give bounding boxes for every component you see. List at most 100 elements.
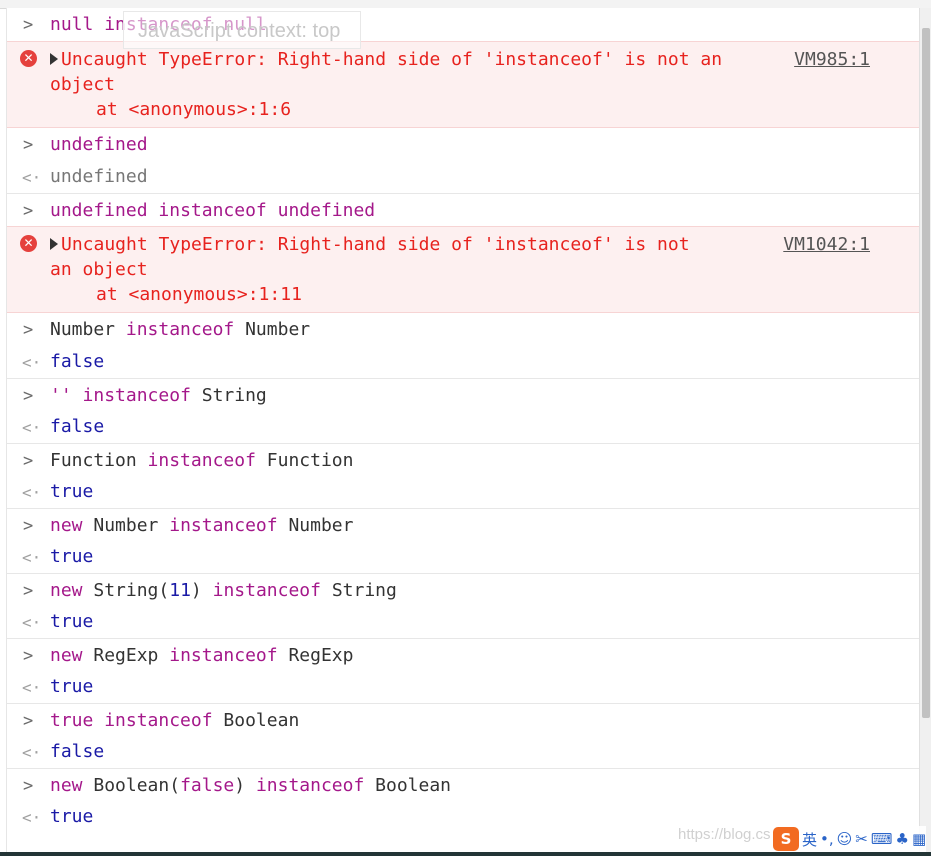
token-boolean: Boolean xyxy=(93,775,170,796)
expand-triangle-icon[interactable] xyxy=(50,238,58,250)
error-text: Uncaught TypeError: Right-hand side of '… xyxy=(61,234,690,255)
tools-icon[interactable]: ✂ xyxy=(855,830,868,848)
console-output-row: <· true xyxy=(7,606,920,638)
console-output-row: <· undefined xyxy=(7,161,920,193)
token-true: true xyxy=(50,710,94,731)
token-string: String xyxy=(331,580,397,601)
output-arrow-icon: <· xyxy=(22,168,42,187)
token-undefined: undefined xyxy=(50,134,148,155)
token-instanceof: instanceof xyxy=(82,385,191,406)
output-arrow-icon: <· xyxy=(22,678,42,697)
error-stack-line: at <anonymous>:1:6 xyxy=(96,99,292,120)
console-output-row: <· false xyxy=(7,411,920,443)
console-input-row[interactable]: > undefined xyxy=(7,128,920,161)
error-source-link[interactable]: VM1042:1 xyxy=(783,232,870,257)
watermark-text: https://blog.cs xyxy=(678,826,771,843)
token-instanceof: instanceof xyxy=(169,645,278,666)
input-prompt-icon: > xyxy=(23,581,34,601)
console-input-row[interactable]: > undefined instanceof undefined xyxy=(7,193,920,226)
emoji-icon[interactable]: ☺ xyxy=(837,830,853,848)
console-input-row[interactable]: > new Boolean(false) instanceof Boolean xyxy=(7,768,920,801)
token-instanceof: instanceof xyxy=(255,775,365,796)
error-source-link[interactable]: VM985:1 xyxy=(794,47,870,72)
token-paren-open: ( xyxy=(158,580,170,601)
skin-icon[interactable]: ♣ xyxy=(896,830,909,848)
token-string: String xyxy=(93,580,159,601)
input-prompt-icon: > xyxy=(23,646,34,666)
token-number-literal: 11 xyxy=(169,580,191,601)
input-prompt-icon: > xyxy=(23,711,34,731)
console-input-row[interactable]: > new Number instanceof Number xyxy=(7,508,920,541)
token-number: Number xyxy=(245,319,311,340)
token-regexp: RegExp xyxy=(93,645,159,666)
console-error-row: ✕ Uncaught TypeError: Right-hand side of… xyxy=(7,226,920,313)
error-text: Uncaught TypeError: Right-hand side of '… xyxy=(61,49,723,70)
token-instanceof: instanceof xyxy=(104,710,213,731)
output-value: false xyxy=(50,351,105,372)
console-input-row[interactable]: > new String(11) instanceof String xyxy=(7,573,920,606)
error-message[interactable]: Uncaught TypeError: Right-hand side of '… xyxy=(50,47,920,72)
token-new: new xyxy=(50,580,83,601)
input-prompt-icon: > xyxy=(23,201,34,221)
console-input-row[interactable]: > '' instanceof String xyxy=(7,378,920,411)
token-function: Function xyxy=(50,450,137,471)
punctuation-icon[interactable]: •, xyxy=(820,830,834,848)
console-input-row[interactable]: > true instanceof Boolean xyxy=(7,703,920,736)
output-arrow-icon: <· xyxy=(22,418,42,437)
input-prompt-icon: > xyxy=(23,776,34,796)
console-input-row[interactable]: > new RegExp instanceof RegExp xyxy=(7,638,920,671)
output-arrow-icon: <· xyxy=(22,613,42,632)
token-instanceof: instanceof xyxy=(212,580,321,601)
token-number: Number xyxy=(50,319,116,340)
output-arrow-icon: <· xyxy=(22,353,42,372)
output-arrow-icon: <· xyxy=(22,548,42,567)
error-icon: ✕ xyxy=(20,235,37,252)
context-tooltip-ghost: JavaScript context: top xyxy=(123,11,361,49)
token-number: Number xyxy=(288,515,354,536)
error-message-continued: object xyxy=(50,74,116,95)
ime-toolbar[interactable]: S 英 •, ☺ ✂ ⌨ ♣ ▦ xyxy=(773,826,927,852)
expand-triangle-icon[interactable] xyxy=(50,53,58,65)
input-prompt-icon: > xyxy=(23,320,34,340)
grid-menu-icon[interactable]: ▦ xyxy=(912,830,926,848)
error-icon: ✕ xyxy=(20,50,37,67)
token-paren-close: ) xyxy=(190,580,202,601)
error-message-continued: an object xyxy=(50,259,148,280)
console-output-row: <· true xyxy=(7,476,920,508)
token-new: new xyxy=(50,515,83,536)
token-undefined: undefined xyxy=(277,200,376,221)
token-empty-string: '' xyxy=(50,385,72,406)
output-value: undefined xyxy=(50,166,148,187)
language-toggle[interactable]: 英 xyxy=(802,829,817,850)
token-false: false xyxy=(180,775,235,796)
output-value: true xyxy=(50,611,94,632)
input-prompt-icon: > xyxy=(23,135,34,155)
output-value: false xyxy=(50,741,105,762)
output-arrow-icon: <· xyxy=(22,743,42,762)
output-arrow-icon: <· xyxy=(22,483,42,502)
token-instanceof: instanceof xyxy=(147,450,256,471)
output-value: true xyxy=(50,676,94,697)
error-stack-line: at <anonymous>:1:11 xyxy=(96,284,302,305)
console-error-row: ✕ Uncaught TypeError: Right-hand side of… xyxy=(7,41,920,128)
token-function: Function xyxy=(266,450,354,471)
token-boolean: Boolean xyxy=(375,775,452,796)
token-undefined: undefined xyxy=(50,200,148,221)
token-regexp: RegExp xyxy=(288,645,354,666)
token-boolean-call: Boolean(false) xyxy=(93,775,245,796)
scrollbar-thumb[interactable] xyxy=(922,28,930,718)
sogou-logo-icon[interactable]: S xyxy=(773,827,799,851)
console-input-row[interactable]: > Function instanceof Function xyxy=(7,443,920,476)
console-input-row[interactable]: > Number instanceof Number xyxy=(7,313,920,346)
output-value: true xyxy=(50,481,94,502)
console-panel: > null instanceof null ✕ Uncaught TypeEr… xyxy=(6,8,920,856)
token-null: null xyxy=(50,14,94,35)
token-instanceof: instanceof xyxy=(125,319,235,340)
vertical-scrollbar[interactable] xyxy=(919,8,931,856)
output-value: true xyxy=(50,546,94,567)
keyboard-icon[interactable]: ⌨ xyxy=(871,830,893,848)
token-paren-close: ) xyxy=(234,775,246,796)
token-paren-open: ( xyxy=(169,775,181,796)
input-prompt-icon: > xyxy=(23,15,34,35)
token-new: new xyxy=(50,645,83,666)
